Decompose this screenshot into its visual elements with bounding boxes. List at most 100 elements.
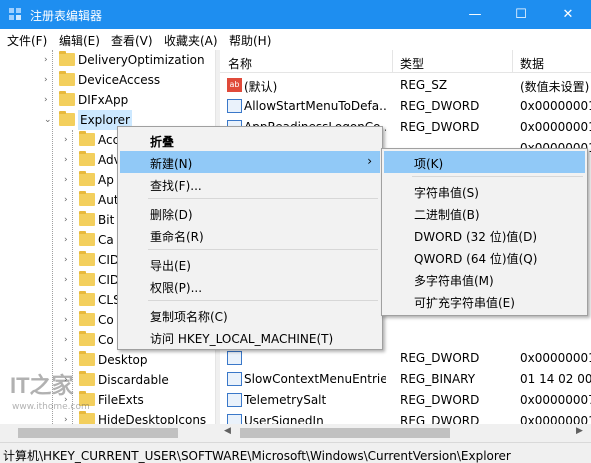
scroll-right-arrow-icon[interactable]: ▶	[576, 426, 583, 436]
tree-node-label: Bit	[98, 213, 115, 227]
value-data: 0x00000007	[520, 393, 591, 407]
context-menu: 折叠 新建(N) › 查找(F)... 删除(D) 重命名(R) 导出(E) 权限(P)...…	[117, 126, 383, 350]
tree-horizontal-scrollbar[interactable]	[0, 424, 216, 442]
expand-arrow-icon[interactable]: ›	[64, 170, 68, 190]
column-name-header[interactable]: 名称	[228, 55, 252, 72]
tree-node[interactable]: › DeliveryOptimization	[0, 50, 215, 70]
menu-item-label: 二进制值(B)	[414, 208, 480, 222]
value-row[interactable]: TelemetrySalt REG_DWORD 0x00000007	[220, 390, 591, 411]
menu-edit[interactable]: 编辑(E)	[59, 32, 100, 49]
expand-arrow-icon[interactable]: ›	[64, 130, 68, 150]
tree-node-label: Co	[98, 333, 114, 347]
value-type: REG_BINARY	[400, 372, 476, 386]
menu-item[interactable]: 查找(F)...	[120, 173, 380, 195]
menu-item[interactable]: 多字符串值(M)	[384, 268, 585, 290]
value-name: TelemetrySalt	[244, 393, 327, 407]
menu-item[interactable]: 权限(P)...	[120, 275, 380, 297]
scroll-left-arrow-icon[interactable]: ◀	[224, 426, 231, 436]
menu-item-label: 复制项名称(C)	[150, 310, 228, 324]
folder-icon	[59, 91, 75, 106]
folder-icon	[79, 351, 95, 366]
menu-item-label: 查找(F)...	[150, 179, 202, 193]
list-horizontal-scrollbar[interactable]: ◀ ▶	[220, 424, 591, 442]
folder-icon	[79, 231, 95, 246]
tree-node[interactable]: › DeviceAccess	[0, 70, 215, 90]
expand-arrow-icon[interactable]: ›	[64, 150, 68, 170]
folder-icon	[79, 211, 95, 226]
tree-node[interactable]: › DIFxApp	[0, 90, 215, 110]
close-button[interactable]: ✕	[545, 0, 591, 29]
value-row[interactable]: SlowContextMenuEntries REG_BINARY 01 14 02…	[220, 369, 591, 390]
column-type-header[interactable]: 类型	[400, 55, 424, 72]
column-divider[interactable]	[512, 50, 513, 73]
expand-arrow-icon[interactable]: ›	[44, 90, 48, 110]
value-type: REG_DWORD	[400, 351, 480, 365]
folder-icon	[79, 291, 95, 306]
folder-icon	[59, 51, 75, 66]
menu-item[interactable]: DWORD (32 位)值(D)	[384, 224, 585, 246]
collapse-arrow-icon[interactable]: ⌄	[44, 110, 52, 130]
expand-arrow-icon[interactable]: ›	[64, 310, 68, 330]
value-row[interactable]: AllowStartMenuToDefa... REG_DWORD 0x000000…	[220, 96, 591, 117]
value-row[interactable]: REG_DWORD 0x00000001	[220, 348, 591, 369]
expand-arrow-icon[interactable]: ›	[64, 190, 68, 210]
menu-item[interactable]: 二进制值(B)	[384, 202, 585, 224]
folder-icon	[79, 251, 95, 266]
expand-arrow-icon[interactable]: ›	[64, 250, 68, 270]
value-type: REG_DWORD	[400, 99, 480, 113]
watermark-logo: IT之家	[10, 373, 74, 398]
expand-arrow-icon[interactable]: ›	[64, 270, 68, 290]
menu-item[interactable]: 删除(D)	[120, 202, 380, 224]
menu-item[interactable]: 复制项名称(C)	[120, 304, 380, 326]
expand-arrow-icon[interactable]: ›	[64, 350, 68, 370]
tree-node-label: Discardable	[98, 373, 169, 387]
value-name: AllowStartMenuToDefa...	[244, 99, 386, 113]
tree-scroll-thumb[interactable]	[18, 428, 178, 438]
menu-item[interactable]: 可扩充字符串值(E)	[384, 290, 585, 312]
column-divider[interactable]	[392, 50, 393, 73]
tree-node-label: Desktop	[98, 353, 148, 367]
menu-item[interactable]: 重命名(R)	[120, 224, 380, 246]
expand-arrow-icon[interactable]: ›	[44, 50, 48, 70]
value-data: (数值未设置)	[520, 80, 590, 94]
maximize-button[interactable]: ☐	[498, 0, 544, 29]
menu-item[interactable]: QWORD (64 位)值(Q)	[384, 246, 585, 268]
minimize-button[interactable]: —	[452, 0, 498, 29]
menu-separator	[412, 176, 583, 177]
tree-node[interactable]: › Desktop	[0, 350, 215, 370]
menu-file[interactable]: 文件(F)	[7, 32, 47, 49]
list-scroll-thumb[interactable]	[240, 428, 450, 438]
menu-bar: 文件(F) 编辑(E) 查看(V) 收藏夹(A) 帮助(H)	[0, 29, 591, 49]
menu-item-label: DWORD (32 位)值(D)	[414, 230, 537, 244]
folder-icon	[79, 171, 95, 186]
column-data-header[interactable]: 数据	[520, 55, 544, 72]
value-data: 0x00000001	[520, 120, 591, 134]
expand-arrow-icon[interactable]: ›	[64, 290, 68, 310]
expand-arrow-icon[interactable]: ›	[44, 70, 48, 90]
tree-node-label: Ca	[98, 233, 114, 247]
menu-item[interactable]: 折叠	[120, 129, 380, 151]
menu-item-label: 字符串值(S)	[414, 186, 479, 200]
menu-item[interactable]: 访问 HKEY_LOCAL_MACHINE(T)	[120, 326, 380, 348]
string-value-icon: ab	[227, 78, 242, 92]
menu-favorites[interactable]: 收藏夹(A)	[164, 32, 218, 49]
menu-help[interactable]: 帮助(H)	[229, 32, 271, 49]
expand-arrow-icon[interactable]: ›	[64, 330, 68, 350]
menu-view[interactable]: 查看(V)	[111, 32, 153, 49]
menu-item[interactable]: 导出(E)	[120, 253, 380, 275]
folder-icon	[59, 111, 75, 126]
window-title: 注册表编辑器	[30, 9, 103, 23]
menu-item-label: 导出(E)	[150, 259, 191, 273]
tree-node-label: Co	[98, 313, 114, 327]
menu-item[interactable]: 项(K)	[384, 151, 585, 173]
expand-arrow-icon[interactable]: ›	[64, 210, 68, 230]
value-row[interactable]: ab (默认) REG_SZ (数值未设置)	[220, 75, 591, 96]
menu-item-label: 权限(P)...	[150, 281, 203, 295]
menu-item[interactable]: 字符串值(S)	[384, 180, 585, 202]
folder-icon	[79, 271, 95, 286]
expand-arrow-icon[interactable]: ›	[64, 230, 68, 250]
list-header: 名称 类型 数据	[220, 50, 591, 73]
menu-item-label: 多字符串值(M)	[414, 274, 494, 288]
menu-separator	[148, 300, 378, 301]
menu-item[interactable]: 新建(N) ›	[120, 151, 380, 173]
